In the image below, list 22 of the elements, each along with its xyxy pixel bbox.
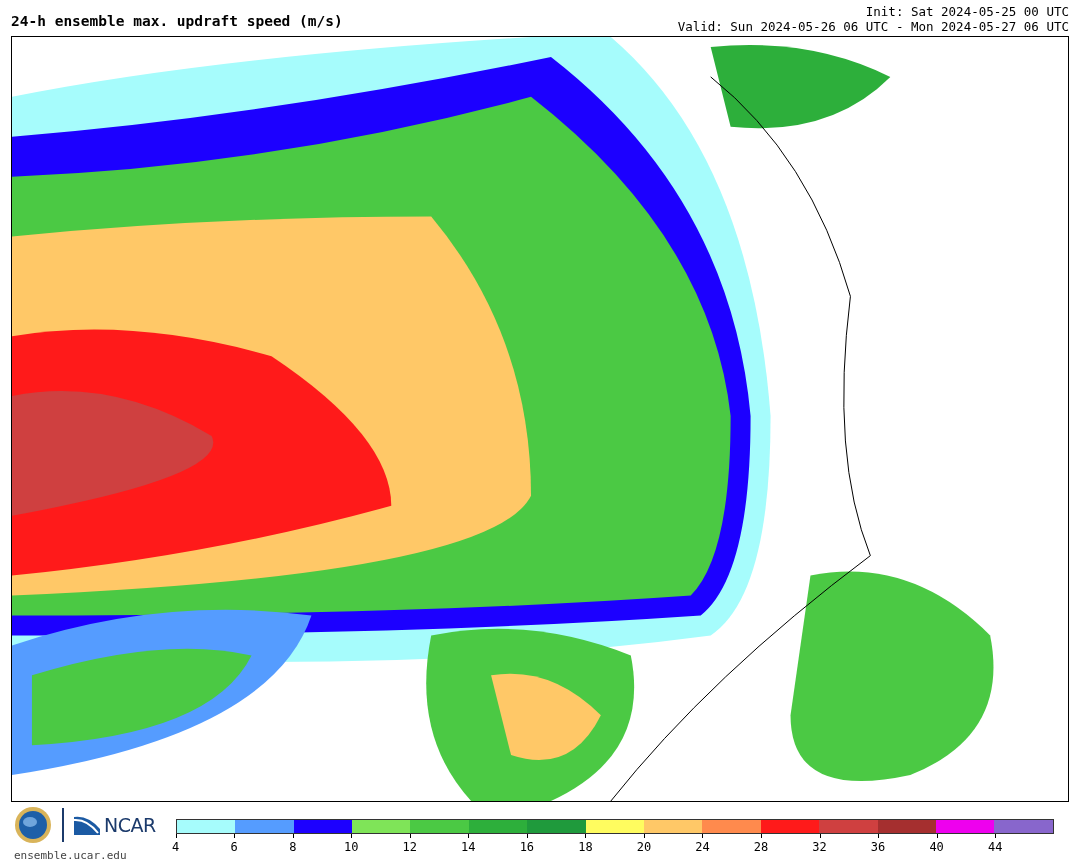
tick-label: 32 — [812, 839, 827, 856]
tick-label: 10 — [344, 839, 359, 856]
tick-label: 36 — [870, 839, 886, 856]
tick-label: 6 — [230, 839, 238, 856]
tick-label: 28 — [753, 839, 769, 856]
logo-text: NCAR — [104, 812, 156, 838]
tick-label: 40 — [929, 839, 944, 856]
tick-label: 8 — [289, 839, 297, 856]
website-url: ensemble.ucar.edu — [14, 848, 128, 864]
tick-label: 12 — [402, 839, 418, 856]
chart-title: 24-h ensemble max. updraft speed (m/s) — [11, 14, 343, 31]
tick-label: 4 — [172, 839, 180, 856]
tick-label: 20 — [636, 839, 652, 856]
tick-label: 44 — [987, 839, 1003, 856]
init-time: Init: Sat 2024-05-25 00 UTC — [864, 4, 1069, 19]
swoosh-logo-icon — [74, 815, 100, 835]
globe-logo-icon — [14, 806, 52, 844]
tick-label: 16 — [519, 839, 535, 856]
valid-time: Valid: Sun 2024-05-26 06 UTC - Mon 2024-05-27 06 UTC — [677, 19, 1069, 34]
tick-label: 24 — [695, 839, 710, 856]
tick-label: 18 — [578, 839, 593, 856]
tick-label: 14 — [461, 839, 476, 856]
